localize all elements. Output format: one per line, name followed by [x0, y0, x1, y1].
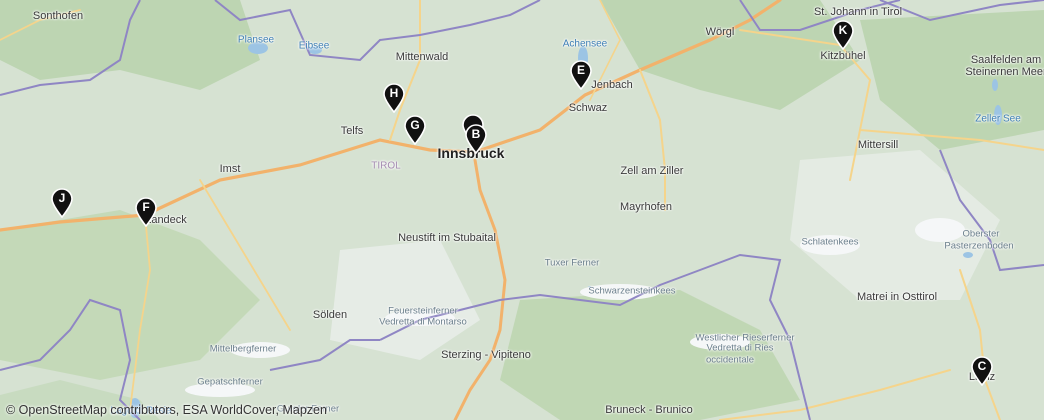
place-label-eibsee: Eibsee	[298, 40, 330, 52]
place-label-pasterzenboden: Pasterzenboden	[944, 240, 1014, 252]
place-label-plansee: Plansee	[237, 34, 275, 46]
map-marker-f[interactable]: F	[134, 197, 158, 227]
place-label-saalfelden2: Steinernen Meer	[965, 66, 1044, 78]
place-label-zell: Zell am Ziller	[620, 165, 684, 177]
map-marker-j[interactable]: J	[50, 188, 74, 218]
place-label-schwarzenstein: Schwarzensteinkees	[588, 285, 676, 297]
place-label-jenbach: Jenbach	[591, 79, 633, 91]
place-label-matrei: Matrei in Osttirol	[856, 291, 938, 303]
map-attribution[interactable]: © OpenStreetMap contributors, ESA WorldC…	[6, 403, 327, 417]
place-label-mittersill: Mittersill	[857, 139, 899, 151]
map-marker-label: C	[977, 359, 987, 373]
map-marker-label: F	[142, 200, 150, 214]
map-marker-h[interactable]: H	[382, 83, 406, 113]
place-label-mittelberg: Mittelbergferner	[209, 343, 277, 355]
place-label-tuxer: Tuxer Ferner	[544, 257, 600, 269]
map-marker-label: E	[576, 63, 585, 77]
place-label-sterzing: Sterzing - Vipiteno	[441, 349, 531, 361]
map-marker-label: J	[58, 191, 66, 205]
map-marker-b[interactable]: B	[464, 124, 488, 154]
map-marker-label: H	[389, 86, 399, 100]
place-label-tirol: TIROL	[371, 160, 401, 172]
map-marker-label: K	[838, 23, 848, 37]
place-label-kitzbuhel: Kitzbühel	[820, 50, 866, 62]
place-label-mittenwald: Mittenwald	[395, 51, 449, 63]
place-label-achensee: Achensee	[562, 38, 608, 50]
place-label-gepatsch: Gepatschferner	[197, 376, 263, 388]
place-label-zellersee: Zeller See	[975, 113, 1021, 125]
place-label-feuerstein: Feuersteinferner	[388, 305, 458, 317]
place-label-vedretta2: Vedretta di Ries	[706, 342, 774, 354]
place-label-mayrhofen: Mayrhofen	[620, 201, 672, 213]
place-label-telfs: Telfs	[340, 125, 364, 137]
map-canvas[interactable]: Sonthofen Plansee Eibsee Mittenwald Achensee…	[0, 0, 1044, 420]
map-marker-k[interactable]: K	[831, 20, 855, 50]
map-marker-g[interactable]: G	[403, 115, 427, 145]
place-label-occidentale: occidentale	[705, 354, 755, 366]
place-label-stjohann: St. Johann in Tirol	[813, 6, 903, 18]
place-label-solden: Sölden	[312, 309, 348, 321]
place-label-imst: Imst	[219, 163, 241, 175]
map-marker-e[interactable]: E	[569, 60, 593, 90]
place-label-worgl: Wörgl	[705, 26, 735, 38]
place-label-oberster: Oberster	[962, 228, 1000, 240]
place-label-neustift: Neustift im Stubaital	[398, 232, 496, 244]
map-marker-c[interactable]: C	[970, 356, 994, 386]
place-label-sonthofen: Sonthofen	[32, 10, 84, 22]
place-label-schlatenkees: Schlatenkees	[801, 236, 859, 248]
place-label-saalfelden: Saalfelden am	[970, 54, 1042, 66]
place-label-bruneck: Bruneck - Brunico	[605, 404, 693, 416]
place-label-schwaz: Schwaz	[568, 102, 608, 114]
map-marker-label: B	[471, 127, 481, 141]
map-marker-label: G	[410, 118, 420, 132]
place-label-vedretta: Vedretta di Montarso	[379, 316, 467, 328]
